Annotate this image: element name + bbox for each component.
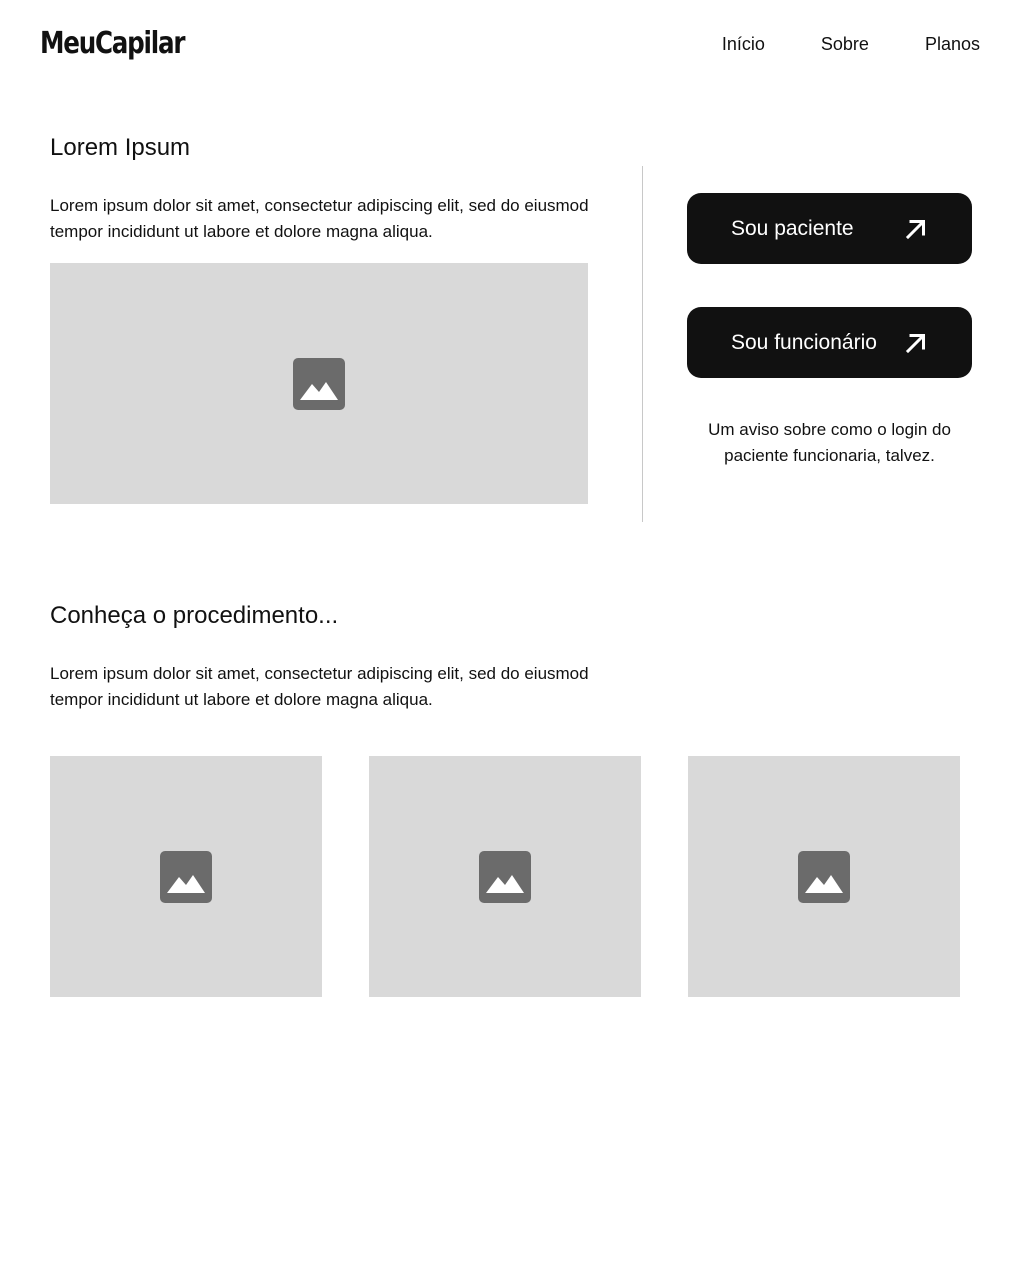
procedure-title: Conheça o procedimento... — [50, 602, 339, 629]
hero-image-placeholder — [50, 263, 588, 504]
gallery-image-placeholder — [50, 756, 322, 997]
nav-link-inicio[interactable]: Início — [722, 34, 765, 55]
hero-text: Lorem ipsum dolor sit amet, consectetur … — [50, 196, 589, 241]
main-nav: Início Sobre Planos — [722, 34, 980, 55]
image-placeholder-icon — [479, 850, 531, 903]
staff-login-label: Sou funcionário — [731, 330, 877, 354]
image-placeholder-icon — [798, 850, 850, 903]
nav-link-planos[interactable]: Planos — [925, 34, 980, 55]
login-notice: Um aviso sobre como o login do paciente … — [708, 420, 951, 465]
image-placeholder-icon — [160, 850, 212, 903]
logo[interactable]: MeuCapilar — [40, 26, 185, 61]
arrow-up-right-icon — [905, 333, 926, 353]
nav-link-sobre[interactable]: Sobre — [821, 34, 869, 55]
vertical-divider — [642, 166, 643, 522]
gallery-image-placeholder — [688, 756, 960, 997]
patient-login-label: Sou paciente — [731, 216, 854, 240]
arrow-up-right-icon — [905, 219, 926, 239]
image-placeholder-icon — [293, 357, 345, 410]
hero-title: Lorem Ipsum — [50, 134, 191, 161]
staff-login-button[interactable]: Sou funcionário — [687, 307, 972, 378]
procedure-text: Lorem ipsum dolor sit amet, consectetur … — [50, 664, 589, 709]
patient-login-button[interactable]: Sou paciente — [687, 193, 972, 264]
gallery-image-placeholder — [369, 756, 641, 997]
